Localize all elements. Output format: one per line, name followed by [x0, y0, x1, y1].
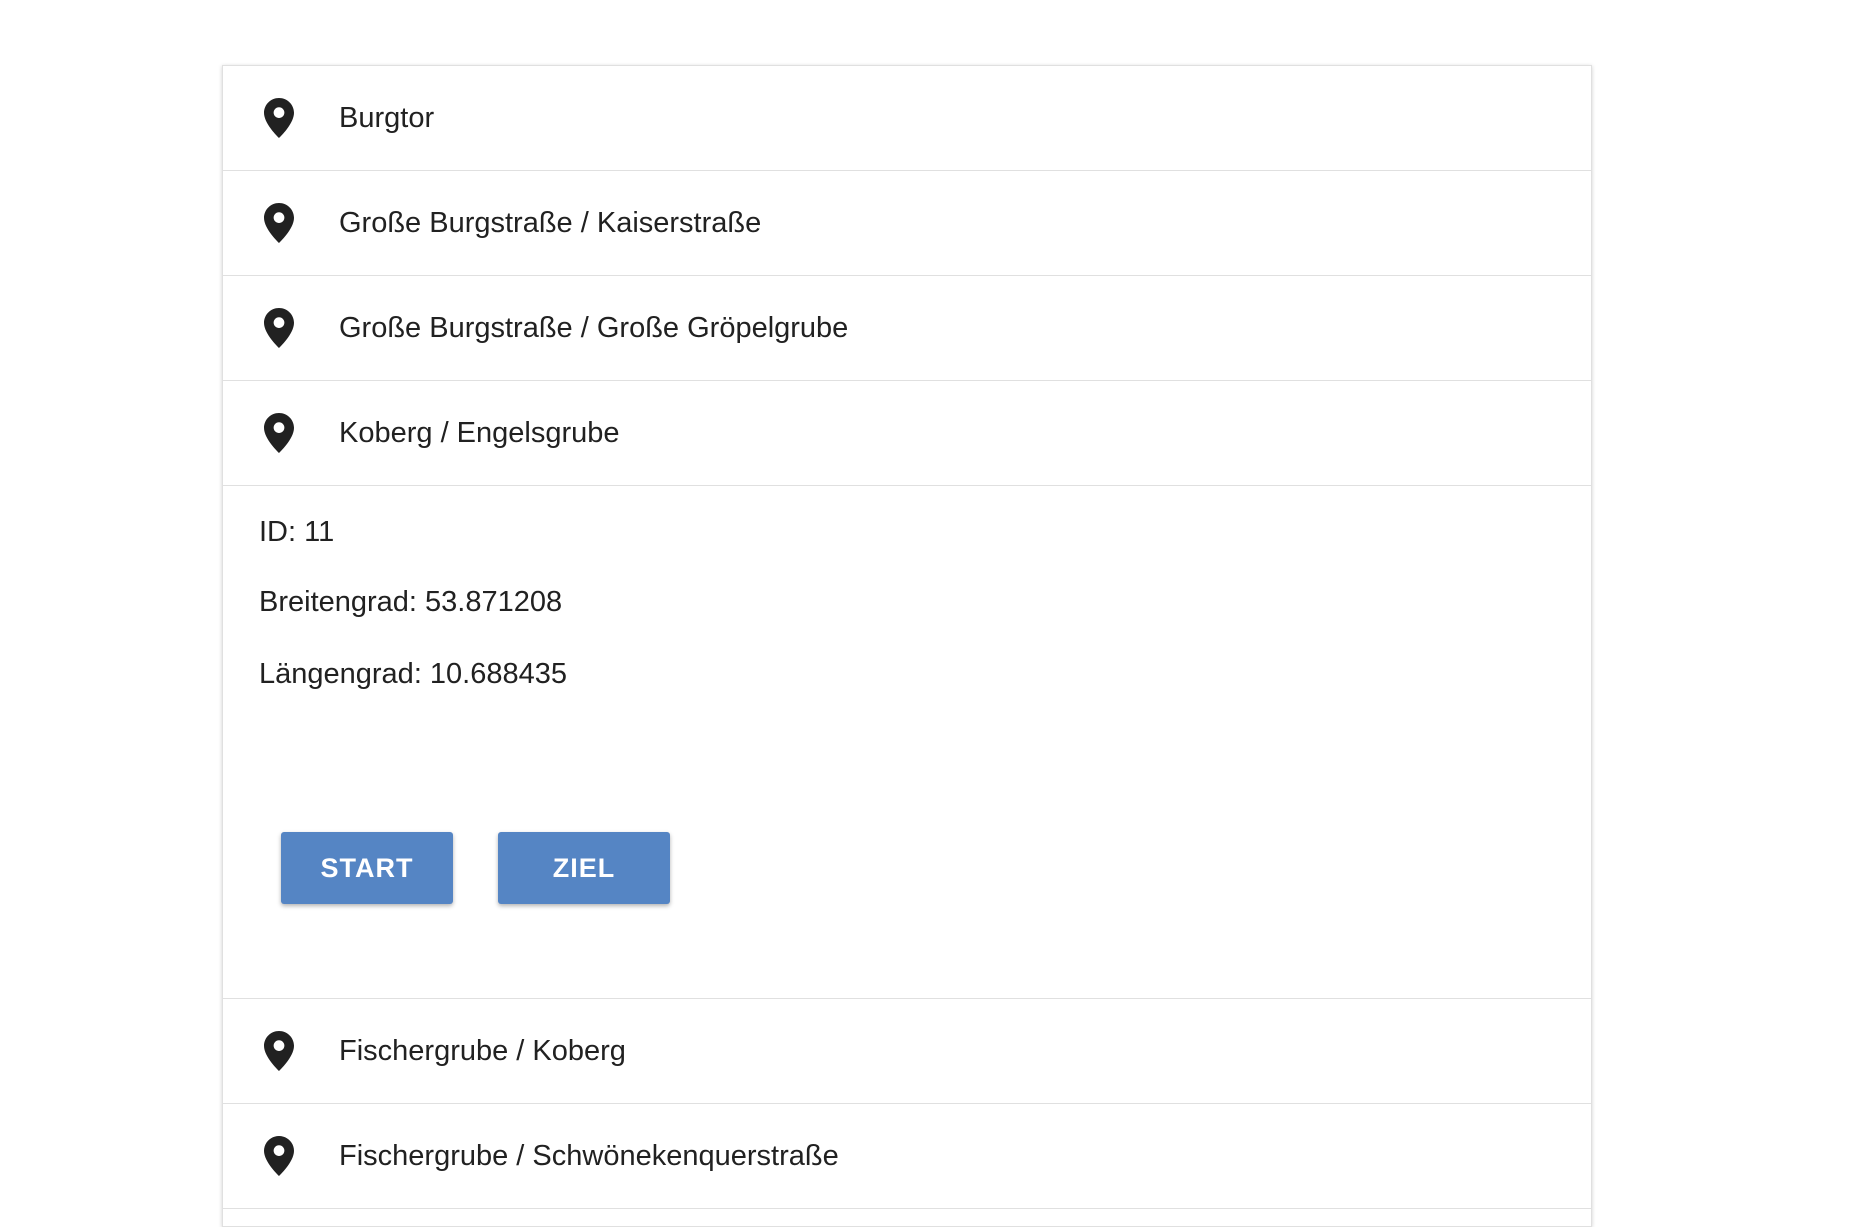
ziel-button[interactable]: ZIEL — [498, 832, 670, 904]
list-item[interactable]: Große Burgstraße / Kaiserstraße — [223, 171, 1591, 276]
list-item[interactable]: Große Burgstraße / Große Gröpelgrube — [223, 276, 1591, 381]
list-item[interactable]: Burgtor — [223, 66, 1591, 171]
stop-details-panel: ID: 11 Breitengrad: 53.871208 Längengrad… — [223, 486, 1591, 999]
start-button[interactable]: START — [281, 832, 453, 904]
location-pin-icon — [264, 308, 294, 348]
stop-label: Burgtor — [339, 102, 435, 134]
list-item[interactable]: Fischergrube / Schwönekenquerstraße — [223, 1104, 1591, 1209]
location-pin-icon — [264, 413, 294, 453]
location-pin-icon — [264, 203, 294, 243]
stop-label: Fischergrube / Schwönekenquerstraße — [339, 1140, 839, 1172]
location-pin-icon — [264, 98, 294, 138]
stop-longitude: Längengrad: 10.688435 — [259, 658, 568, 690]
stop-latitude: Breitengrad: 53.871208 — [259, 586, 563, 618]
stop-label: Große Burgstraße / Kaiserstraße — [339, 207, 762, 239]
location-pin-icon — [264, 1136, 294, 1176]
stop-id: ID: 11 — [259, 516, 335, 548]
list-item[interactable]: Koberg / Engelsgrube — [223, 381, 1591, 486]
location-pin-icon — [264, 1031, 294, 1071]
stop-label: Große Burgstraße / Große Gröpelgrube — [339, 312, 849, 344]
stop-label: Koberg / Engelsgrube — [339, 417, 620, 449]
list-item[interactable]: Fischergrube / Koberg — [223, 999, 1591, 1104]
stop-list-card: Burgtor Große Burgstraße / Kaiserstraße … — [222, 65, 1592, 1227]
stop-label: Fischergrube / Koberg — [339, 1035, 626, 1067]
